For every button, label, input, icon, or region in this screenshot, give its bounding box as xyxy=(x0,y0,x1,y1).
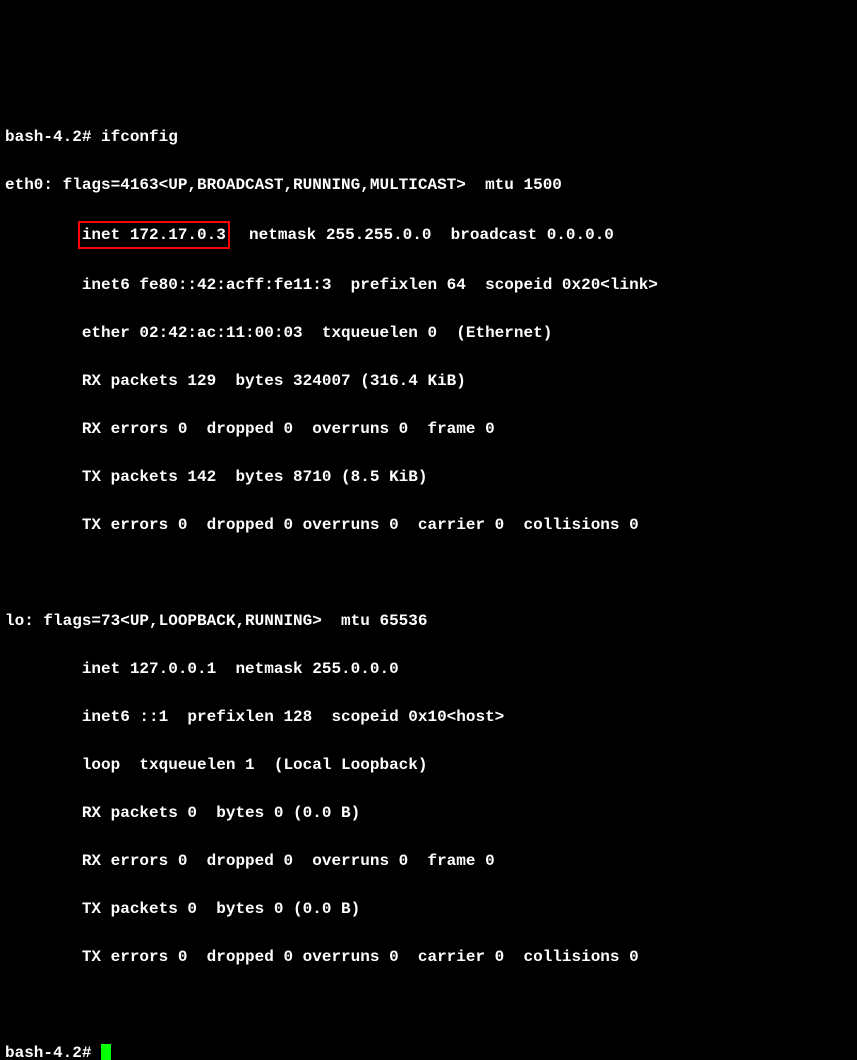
eth0-ether: ether 02:42:ac:11:00:03 txqueuelen 0 (Et… xyxy=(5,321,852,345)
lo-tx-errors: TX errors 0 dropped 0 overruns 0 carrier… xyxy=(5,945,852,969)
lo-rx-packets: RX packets 0 bytes 0 (0.0 B) xyxy=(5,801,852,825)
inet-indent xyxy=(5,226,82,244)
command-text: ifconfig xyxy=(101,128,178,146)
lo-header: lo: flags=73<UP,LOOPBACK,RUNNING> mtu 65… xyxy=(5,609,852,633)
inet-rest: netmask 255.255.0.0 broadcast 0.0.0.0 xyxy=(230,226,614,244)
eth0-rx-packets: RX packets 129 bytes 324007 (316.4 KiB) xyxy=(5,369,852,393)
lo-inet6: inet6 ::1 prefixlen 128 scopeid 0x10<hos… xyxy=(5,705,852,729)
lo-tx-packets: TX packets 0 bytes 0 (0.0 B) xyxy=(5,897,852,921)
shell-prompt-2: bash-4.2# xyxy=(5,1044,101,1060)
eth0-rx-errors: RX errors 0 dropped 0 overruns 0 frame 0 xyxy=(5,417,852,441)
shell-prompt: bash-4.2# xyxy=(5,128,101,146)
eth0-inet-line: inet 172.17.0.3 netmask 255.255.0.0 broa… xyxy=(5,221,852,249)
inet-highlighted: inet 172.17.0.3 xyxy=(78,221,230,249)
eth0-tx-packets: TX packets 142 bytes 8710 (8.5 KiB) xyxy=(5,465,852,489)
blank-line-2 xyxy=(5,993,852,1017)
lo-rx-errors: RX errors 0 dropped 0 overruns 0 frame 0 xyxy=(5,849,852,873)
terminal-output[interactable]: bash-4.2# ifconfig eth0: flags=4163<UP,B… xyxy=(5,101,852,1060)
lo-loop: loop txqueuelen 1 (Local Loopback) xyxy=(5,753,852,777)
prompt-line-1: bash-4.2# ifconfig xyxy=(5,125,852,149)
eth0-header: eth0: flags=4163<UP,BROADCAST,RUNNING,MU… xyxy=(5,173,852,197)
eth0-inet6: inet6 fe80::42:acff:fe11:3 prefixlen 64 … xyxy=(5,273,852,297)
lo-inet: inet 127.0.0.1 netmask 255.0.0.0 xyxy=(5,657,852,681)
prompt-line-2: bash-4.2# xyxy=(5,1041,852,1060)
blank-line-1 xyxy=(5,561,852,585)
cursor-icon[interactable] xyxy=(101,1044,111,1060)
eth0-tx-errors: TX errors 0 dropped 0 overruns 0 carrier… xyxy=(5,513,852,537)
